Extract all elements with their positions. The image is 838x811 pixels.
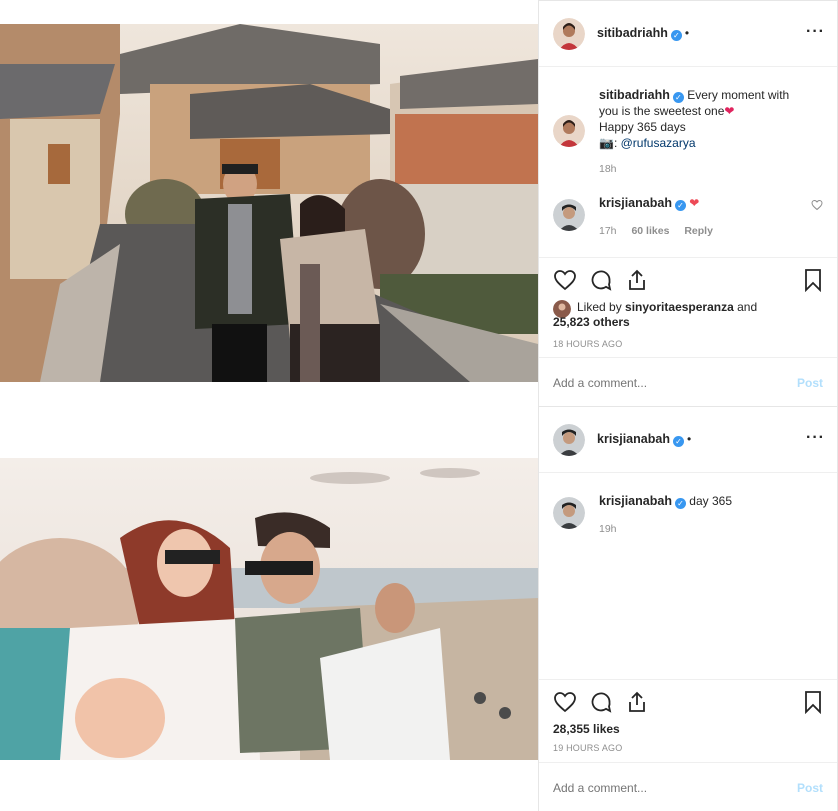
caption-time[interactable]: 18h <box>599 163 617 175</box>
comment-icon[interactable] <box>589 268 613 292</box>
caption-username[interactable]: krisjianabah <box>599 494 672 508</box>
liked-by-text: Liked by sinyoritaesperanza and <box>577 299 757 315</box>
post-timestamp[interactable]: 18 HOURS AGO <box>553 339 622 349</box>
add-comment-bar: Post <box>539 762 837 811</box>
likes-count[interactable]: 28,355 likes <box>553 722 620 736</box>
post-2: krisjianabah ✓ • ··· krisjianabah ✓ day 365… <box>0 406 838 811</box>
avatar[interactable] <box>553 199 585 231</box>
separator-dot: • <box>684 26 690 40</box>
caption-text: day 365 <box>689 494 732 508</box>
couple-beach-photo <box>0 458 538 760</box>
post-1-photo[interactable] <box>0 24 538 382</box>
post-comment-button[interactable]: Post <box>797 781 823 795</box>
reply-username[interactable]: krisjianabah <box>599 196 672 210</box>
post-2-side-panel: krisjianabah ✓ • ··· krisjianabah ✓ day 365… <box>538 406 838 811</box>
reply-likes[interactable]: 60 likes <box>631 225 669 237</box>
post-1: sitibadriahh ✓ • ··· sitibadriahh ✓ Every m… <box>0 0 838 406</box>
verified-badge-icon: ✓ <box>674 200 686 211</box>
heart-icon[interactable] <box>553 268 577 292</box>
liked-by-others[interactable]: 25,823 others <box>553 315 630 329</box>
caption-comment: sitibadriahh ✓ Every moment with you is t… <box>553 87 823 187</box>
liked-by-prefix: Liked by <box>577 300 622 314</box>
caption-line-2: you is the sweetest one <box>599 104 725 118</box>
comment-icon[interactable] <box>589 690 613 714</box>
comment-input[interactable] <box>553 781 773 795</box>
post-1-side-panel: sitibadriahh ✓ • ··· sitibadriahh ✓ Every m… <box>538 0 838 406</box>
avatar[interactable] <box>553 497 585 529</box>
post-1-header: sitibadriahh ✓ • ··· <box>539 1 837 67</box>
more-options-icon[interactable]: ··· <box>806 429 825 447</box>
verified-badge-icon: ✓ <box>672 436 684 447</box>
caption-line-1: Every moment with <box>687 88 790 102</box>
caption-username[interactable]: sitibadriahh <box>599 88 670 102</box>
avatar[interactable] <box>553 18 585 50</box>
comment-input[interactable] <box>553 376 773 390</box>
heart-icon[interactable] <box>811 199 823 211</box>
camera-credit-prefix: 📷: <box>599 136 621 150</box>
bookmark-icon[interactable] <box>801 690 825 715</box>
verified-badge-icon: ✓ <box>670 30 682 41</box>
avatar[interactable] <box>553 424 585 456</box>
author-username[interactable]: sitibadriahh <box>597 26 668 40</box>
bookmark-icon[interactable] <box>801 268 825 293</box>
caption-time[interactable]: 19h <box>599 523 617 535</box>
post-2-photo[interactable] <box>0 458 538 760</box>
post-timestamp[interactable]: 19 HOURS AGO <box>553 743 622 753</box>
share-icon[interactable] <box>625 690 649 714</box>
caption-comment: krisjianabah ✓ day 365 19h <box>553 493 823 543</box>
post-1-actions: Liked by sinyoritaesperanza and 25,823 o… <box>539 257 837 357</box>
reply-text: ❤ <box>689 196 700 210</box>
caption-line-3: Happy 365 days <box>599 120 686 134</box>
avatar[interactable] <box>553 115 585 147</box>
heart-icon[interactable] <box>553 690 577 714</box>
more-options-icon[interactable]: ··· <box>806 23 825 41</box>
verified-badge-icon: ✓ <box>672 92 684 103</box>
reply-button[interactable]: Reply <box>684 225 713 237</box>
reply-comment: krisjianabah ✓ ❤ 17h 60 likes Reply <box>553 195 823 239</box>
post-2-header: krisjianabah ✓ • ··· <box>539 407 837 473</box>
author-username[interactable]: krisjianabah <box>597 432 670 446</box>
liked-by-and: and <box>737 300 758 314</box>
reply-time[interactable]: 17h <box>599 225 617 237</box>
separator-dot: • <box>686 432 692 446</box>
verified-badge-icon: ✓ <box>674 498 686 509</box>
liked-by-user[interactable]: sinyoritaesperanza <box>625 300 734 314</box>
mention-link[interactable]: @rufusazarya <box>621 136 696 150</box>
add-comment-bar: Post <box>539 357 837 409</box>
post-comment-button[interactable]: Post <box>797 376 823 390</box>
post-2-actions: 28,355 likes 19 HOURS AGO <box>539 679 837 760</box>
heart-emoji-icon: ❤ <box>724 104 735 118</box>
couple-street-photo <box>0 24 538 382</box>
share-icon[interactable] <box>625 268 649 292</box>
